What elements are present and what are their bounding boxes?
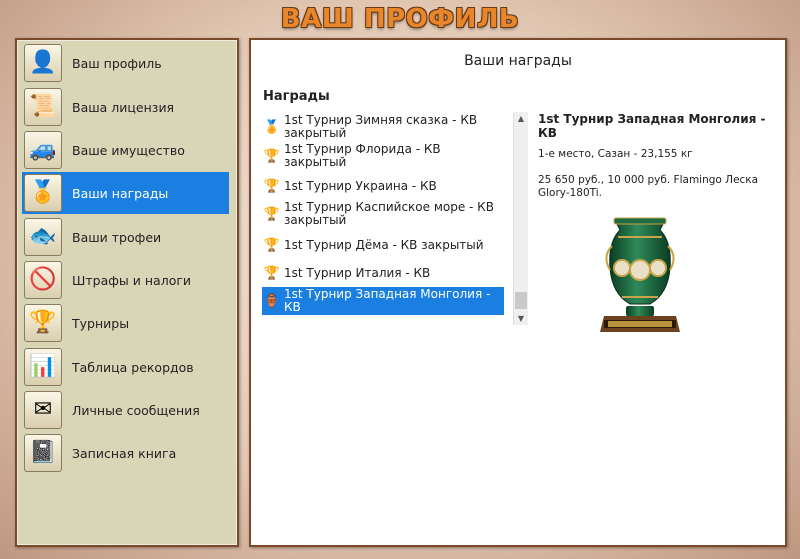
nav-item-notebook[interactable]: 📓 Записная книга [22,432,229,474]
license-icon: 📜 [24,88,62,126]
award-label: 1st Турнир Зимняя сказка - КВ закрытый [284,113,478,140]
nav-label: Ваши награды [72,185,169,201]
nav-label: Штрафы и налоги [72,272,192,288]
nav-item-license[interactable]: 📜 Ваша лицензия [22,86,229,128]
bar-chart-icon: 📊 [24,348,62,386]
award-item[interactable]: 🏆 1st Турнир Флорида - КВ закрытый [262,143,504,169]
award-detail-place: 1-е место, Сазан - 23,155 кг [538,148,693,160]
cup-icon: 🏆 [263,178,281,194]
nav-label: Ваша лицензия [72,99,175,115]
awards-scrollbar[interactable]: ▲ ▼ [513,112,528,325]
nav-item-records[interactable]: 📊 Таблица рекордов [22,346,229,388]
messages-icon: ✉ [24,391,62,429]
nav-label: Личные сообщения [72,402,200,418]
window-title: ВАШ ПРОФИЛЬ [280,4,520,34]
awards-list[interactable]: 🏅 1st Турнир Зимняя сказка - КВ закрытый… [262,112,526,325]
nav-label: Ваши трофеи [72,229,162,245]
fish-trophy-icon: 🐟 [24,218,62,256]
property-icon: 🚙 [24,131,62,169]
notebook-icon: 📓 [24,434,62,472]
vase-trophy-image [600,217,680,332]
nav-item-tournaments[interactable]: 🏆 Турниры [22,302,229,344]
nav-label: Записная книга [72,445,177,461]
nav-label: Ваш профиль [72,55,162,71]
vase-icon: 🏺 [263,293,281,309]
award-label: 1st Турнир Каспийское море - КВ закрытый [284,200,494,227]
cup-icon: 🏆 [263,265,281,281]
award-item[interactable]: 🏆 1st Турнир Каспийское море - КВ закрыт… [262,201,504,227]
medals-icon: 🏅 [24,174,62,212]
nav-item-property[interactable]: 🚙 Ваше имущество [22,129,229,171]
scroll-down-icon[interactable]: ▼ [514,312,528,325]
nav-label: Ваше имущество [72,142,185,158]
sidebar-menu: 👤 Ваш профиль 📜 Ваша лицензия 🚙 Ваше иму… [15,38,239,547]
awards-panel: Ваши награды Награды 🏅 1st Турнир Зимняя… [249,38,787,547]
nav-label: Таблица рекордов [72,359,194,375]
award-detail-prize: 25 650 руб., 10 000 руб. Flamingo Леска … [538,174,759,199]
award-item[interactable]: 🏅 1st Турнир Зимняя сказка - КВ закрытый [262,114,504,140]
award-item[interactable]: 🏆 1st Турнир Италия - КВ [262,263,504,283]
scroll-thumb[interactable] [515,292,527,309]
cup-icon: 🏆 [24,304,62,342]
scroll-up-icon[interactable]: ▲ [514,112,528,125]
award-label: 1st Турнир Западная Монголия - КВ [284,287,491,314]
nav-item-profile[interactable]: 👤 Ваш профиль [22,42,229,84]
medal-icon: 🏅 [263,119,281,135]
award-item[interactable]: 🏆 1st Турнир Украина - КВ [262,176,504,196]
cup-icon: 🏆 [263,237,281,253]
award-item-selected[interactable]: 🏺 1st Турнир Западная Монголия - КВ [262,287,504,315]
nav-item-awards[interactable]: 🏅 Ваши награды [22,172,229,214]
award-label: 1st Турнир Италия - КВ [284,265,431,280]
panel-title: Ваши награды [464,53,572,69]
cup-icon: 🏆 [263,148,281,164]
nav-item-trophies[interactable]: 🐟 Ваши трофеи [22,216,229,258]
award-item[interactable]: 🏆 1st Турнир Дёма - КВ закрытый [262,235,504,255]
award-label: 1st Турнир Флорида - КВ закрытый [284,142,441,169]
cup-icon: 🏆 [263,206,281,222]
nav-label: Турниры [72,315,130,331]
award-label: 1st Турнир Дёма - КВ закрытый [284,237,484,252]
person-icon: 👤 [24,44,62,82]
nav-item-fines[interactable]: 🚫 Штрафы и налоги [22,259,229,301]
award-label: 1st Турнир Украина - КВ [284,178,437,193]
nav-item-messages[interactable]: ✉ Личные сообщения [22,389,229,431]
awards-heading: Награды [263,89,330,104]
fines-icon: 🚫 [24,261,62,299]
award-detail-title: 1st Турнир Западная Монголия - КВ [538,112,766,140]
